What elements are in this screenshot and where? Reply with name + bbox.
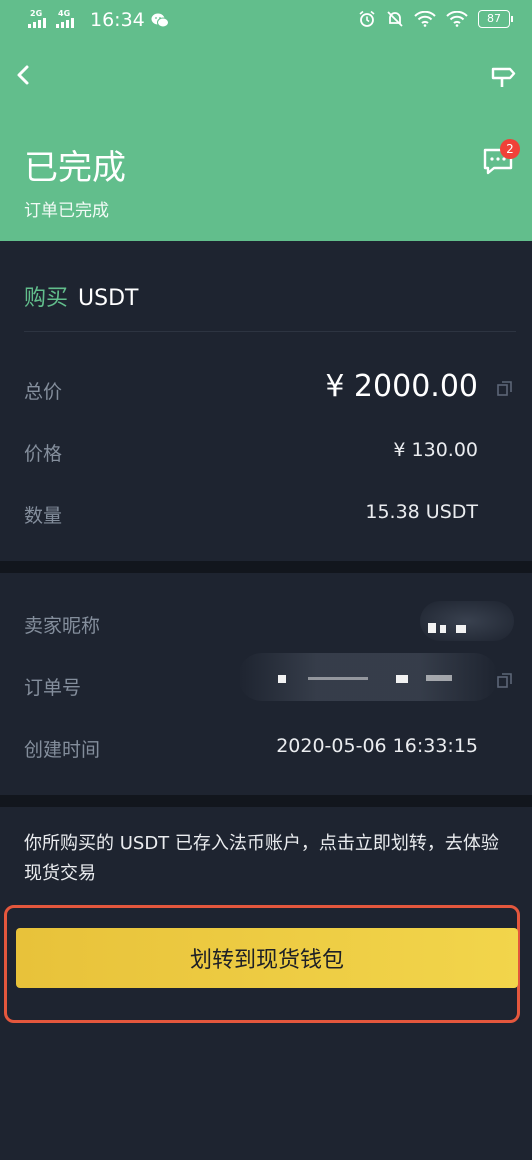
price-row: 价格 ¥ 130.00 — [24, 429, 532, 469]
signpost-icon[interactable] — [490, 64, 516, 88]
copy-icon[interactable] — [497, 381, 512, 396]
copy-icon[interactable] — [497, 673, 512, 688]
status-bar: 2G 4G 16:34 87 — [0, 0, 532, 40]
quantity-row: 数量 15.38 USDT — [24, 491, 532, 531]
order-details-card: 卖家昵称 订单号 创建时间 2020-05-06 16:33:15 — [0, 573, 532, 795]
created-time-row: 创建时间 2020-05-06 16:33:15 — [24, 725, 532, 765]
transfer-notice-card: 你所购买的 USDT 已存入法币账户，点击立即划转，去体验现货交易 划转到现货钱… — [0, 807, 532, 1160]
battery-icon: 87 — [478, 10, 513, 28]
asset-label: USDT — [78, 286, 139, 311]
page-title: 已完成 — [24, 148, 126, 188]
alarm-icon — [359, 10, 375, 27]
divider — [24, 331, 516, 332]
order-number-label: 订单号 — [24, 677, 82, 699]
back-arrow-icon[interactable] — [12, 62, 36, 88]
seller-nickname-label: 卖家昵称 — [24, 615, 101, 637]
clock: 16:34 — [90, 9, 145, 31]
wechat-icon — [151, 13, 169, 27]
section-separator — [0, 795, 532, 807]
mute-bell-icon — [387, 11, 403, 27]
signal-icon: 2G — [28, 9, 50, 30]
trade-side-label: 购买 — [24, 286, 69, 311]
network-type-label: 4G — [58, 9, 71, 18]
header: 2G 4G 16:34 87 已完成 订单已完成 2 — [0, 0, 532, 241]
total-price-label: 总价 — [24, 381, 63, 403]
quantity-label: 数量 — [24, 505, 63, 527]
transfer-to-spot-wallet-button[interactable]: 划转到现货钱包 — [16, 928, 518, 988]
trade-title: 购买 USDT — [24, 280, 138, 312]
quantity-value: 15.38 USDT — [365, 501, 478, 523]
transfer-notice-text: 你所购买的 USDT 已存入法币账户，点击立即划转，去体验现货交易 — [24, 833, 499, 884]
page-subtitle: 订单已完成 — [24, 201, 109, 221]
order-summary-card: 购买 USDT 总价 ¥ 2000.00 价格 ¥ 130.00 数量 15.38… — [0, 241, 532, 561]
network-type-label: 2G — [30, 9, 43, 18]
wifi-icon — [414, 11, 436, 27]
redacted-order-number — [238, 653, 498, 701]
total-price-row: 总价 ¥ 2000.00 — [24, 367, 532, 407]
created-time-label: 创建时间 — [24, 739, 101, 761]
unread-badge: 2 — [500, 139, 520, 159]
total-price-value: ¥ 2000.00 — [325, 369, 478, 404]
price-value: ¥ 130.00 — [393, 439, 478, 461]
redacted-seller-name — [420, 601, 514, 641]
price-label: 价格 — [24, 443, 63, 465]
signal-icon: 4G — [56, 9, 78, 30]
wifi-icon — [446, 11, 468, 27]
created-time-value: 2020-05-06 16:33:15 — [276, 735, 478, 757]
section-separator — [0, 561, 532, 573]
